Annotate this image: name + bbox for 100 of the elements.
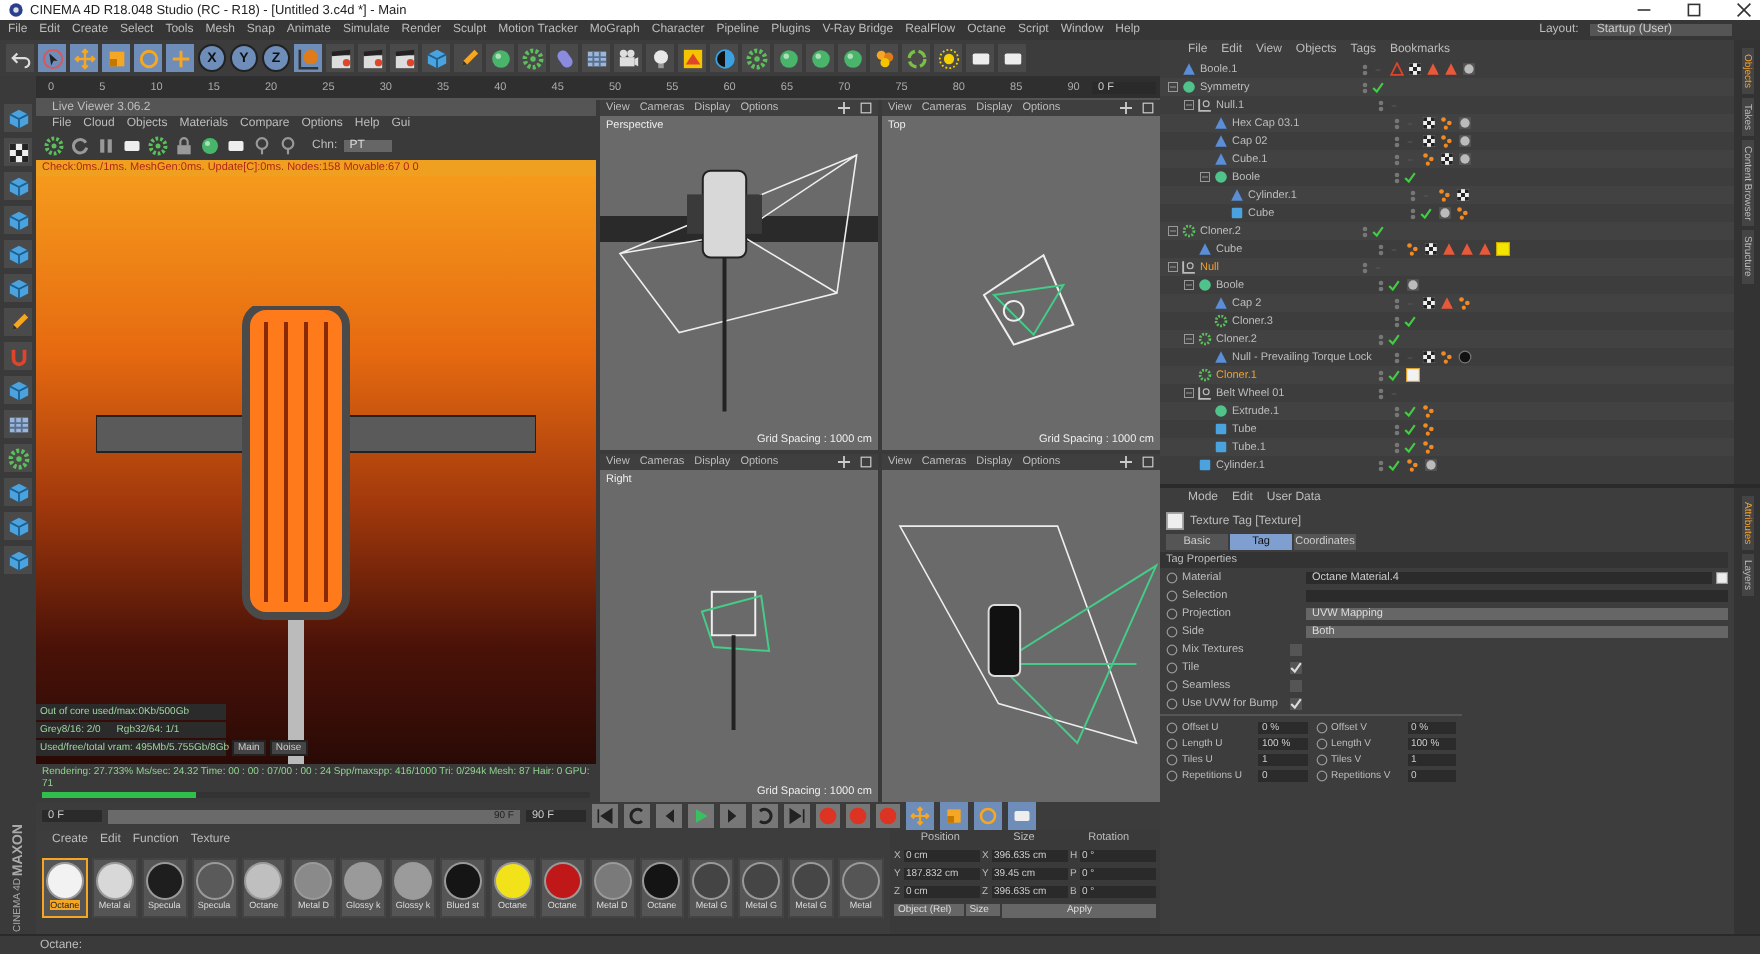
- collapse-icon[interactable]: [1200, 172, 1210, 182]
- checker-icon[interactable]: [1456, 188, 1470, 202]
- cube-icon[interactable]: [7, 481, 29, 503]
- checkmark-icon[interactable]: [1372, 225, 1384, 237]
- flower-icon[interactable]: [873, 47, 895, 69]
- checkmark-icon[interactable]: [1388, 333, 1400, 345]
- gear-icon[interactable]: [7, 447, 29, 469]
- cube-icon[interactable]: [7, 277, 29, 299]
- refresh-icon[interactable]: [70, 136, 90, 156]
- checkbox[interactable]: [1290, 644, 1302, 656]
- loop-icon[interactable]: [624, 804, 650, 828]
- move-icon[interactable]: [838, 455, 850, 467]
- loop-icon[interactable]: [752, 804, 778, 828]
- checkbox[interactable]: [1290, 698, 1302, 710]
- gear-icon[interactable]: [745, 47, 767, 69]
- move-icon[interactable]: [1120, 455, 1132, 467]
- sun-icon[interactable]: [937, 47, 959, 69]
- clapper-icon[interactable]: [361, 47, 383, 69]
- checkmark-icon[interactable]: [1404, 423, 1416, 435]
- cube-icon[interactable]: [7, 515, 29, 537]
- collapse-icon[interactable]: [1168, 82, 1178, 92]
- cube-icon[interactable]: [7, 175, 29, 197]
- checkbox[interactable]: [1290, 680, 1302, 692]
- lock-icon[interactable]: [174, 136, 194, 156]
- dots-icon[interactable]: [1406, 242, 1420, 256]
- checkbox[interactable]: [1290, 662, 1302, 674]
- move-icon[interactable]: [1120, 102, 1132, 114]
- checker-icon[interactable]: [1424, 242, 1438, 256]
- visibility-icon[interactable]: [1392, 117, 1402, 129]
- grid-icon[interactable]: [7, 413, 29, 435]
- cube-icon[interactable]: [7, 549, 29, 571]
- pause-icon[interactable]: [96, 136, 116, 156]
- checker-icon[interactable]: [7, 141, 29, 163]
- recycle-icon[interactable]: [905, 47, 927, 69]
- cube-icon[interactable]: [7, 243, 29, 265]
- dots-icon[interactable]: [1440, 350, 1454, 364]
- pin-icon[interactable]: [252, 136, 272, 156]
- collapse-icon[interactable]: [1184, 388, 1194, 398]
- checkmark-icon[interactable]: [1404, 315, 1416, 327]
- checkmark-icon[interactable]: [1404, 441, 1416, 453]
- sphere-icon[interactable]: [1458, 152, 1472, 166]
- swatch-icon[interactable]: [1496, 242, 1510, 256]
- cursor-icon[interactable]: [41, 47, 63, 69]
- bulb-icon[interactable]: [649, 47, 671, 69]
- collapse-icon[interactable]: [1184, 100, 1194, 110]
- gear-icon[interactable]: [521, 47, 543, 69]
- sphere-icon[interactable]: [1458, 116, 1472, 130]
- ball-icon[interactable]: [1458, 350, 1472, 364]
- cube-icon[interactable]: [7, 107, 29, 129]
- checkmark-icon[interactable]: [1420, 207, 1432, 219]
- sphere-icon[interactable]: [1438, 206, 1452, 220]
- camera-icon[interactable]: [617, 47, 639, 69]
- grid-icon[interactable]: [585, 47, 607, 69]
- globe-icon[interactable]: [297, 47, 319, 69]
- checker-icon[interactable]: [1440, 152, 1454, 166]
- checkmark-icon[interactable]: [1388, 369, 1400, 381]
- checkmark-icon[interactable]: [1372, 81, 1384, 93]
- checkmark-icon[interactable]: [1388, 459, 1400, 471]
- clapper-icon[interactable]: [393, 47, 415, 69]
- collapse-icon[interactable]: [1184, 280, 1194, 290]
- sphere-icon[interactable]: [489, 47, 511, 69]
- checkmark-icon[interactable]: [1388, 279, 1400, 291]
- close-icon[interactable]: [1736, 2, 1752, 18]
- collapse-icon[interactable]: [1184, 334, 1194, 344]
- paint-icon[interactable]: [681, 47, 703, 69]
- clapper-icon[interactable]: [329, 47, 351, 69]
- sphere-icon[interactable]: [1424, 458, 1438, 472]
- collapse-icon[interactable]: [1168, 226, 1178, 236]
- box-icon[interactable]: [226, 136, 246, 156]
- step-back-icon[interactable]: [656, 804, 682, 828]
- step-forward-icon[interactable]: [720, 804, 746, 828]
- magnet-icon[interactable]: [7, 345, 29, 367]
- sphere-icon[interactable]: [841, 47, 863, 69]
- checker-icon[interactable]: [1422, 116, 1436, 130]
- gear-icon[interactable]: [148, 136, 168, 156]
- checker-icon[interactable]: [1422, 134, 1436, 148]
- pin-icon[interactable]: [278, 136, 298, 156]
- checker-icon[interactable]: [1422, 350, 1436, 364]
- collapse-icon[interactable]: [1168, 262, 1178, 272]
- checker-icon[interactable]: [1408, 62, 1422, 76]
- sphere-icon[interactable]: [1406, 278, 1420, 292]
- capsule-icon[interactable]: [553, 47, 575, 69]
- move-icon[interactable]: [838, 102, 850, 114]
- sphere-icon[interactable]: [200, 136, 220, 156]
- skip-end-icon[interactable]: [784, 804, 810, 828]
- checkmark-icon[interactable]: [1404, 171, 1416, 183]
- cube-icon[interactable]: [7, 379, 29, 401]
- pen-icon[interactable]: [7, 311, 29, 333]
- checker-icon[interactable]: [1422, 296, 1436, 310]
- box-icon[interactable]: [122, 136, 142, 156]
- sphere-icon[interactable]: [809, 47, 831, 69]
- cube-icon[interactable]: [7, 209, 29, 231]
- dots-icon[interactable]: [1458, 296, 1472, 310]
- checkmark-icon[interactable]: [1404, 405, 1416, 417]
- skip-start-icon[interactable]: [592, 804, 618, 828]
- swatch-icon[interactable]: [1406, 368, 1420, 382]
- halfmoon-icon[interactable]: [713, 47, 735, 69]
- sphere-icon[interactable]: [1458, 134, 1472, 148]
- maximize-icon[interactable]: [1686, 2, 1702, 18]
- cube-icon[interactable]: [425, 47, 447, 69]
